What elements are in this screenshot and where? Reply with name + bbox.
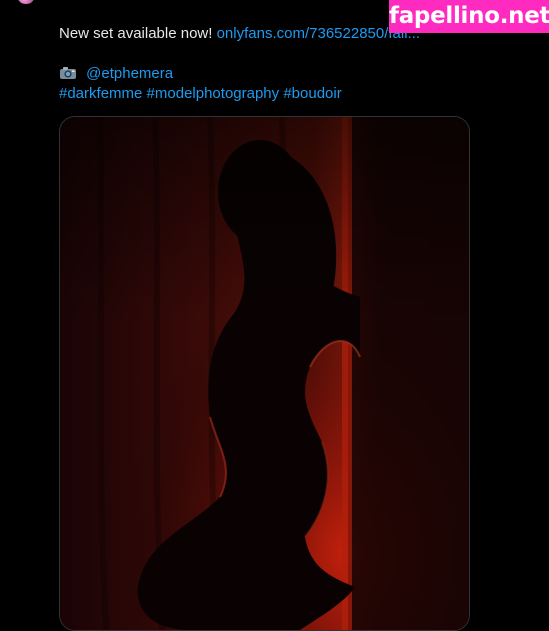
photographer-mention[interactable]: @etphemera (86, 65, 173, 82)
camera-icon (59, 66, 77, 80)
tweet-hashtags: #darkfemme #modelphotography #boudoir (59, 84, 459, 104)
photo-image (60, 117, 469, 630)
tweet-body: New set available now! onlyfans.com/7365… (59, 24, 459, 104)
line-spacer (59, 44, 459, 64)
hashtag-modelphotography[interactable]: #modelphotography (147, 85, 280, 102)
author-avatar[interactable] (18, 0, 34, 4)
hashtag-darkfemme[interactable]: #darkfemme (59, 85, 142, 102)
hashtag-boudoir[interactable]: #boudoir (283, 85, 341, 102)
tweet-media-photo[interactable] (59, 116, 470, 631)
tweet-credit-line: @etphemera (59, 64, 459, 84)
site-watermark: fapellino.net (389, 0, 549, 33)
tweet-message: New set available now! (59, 25, 213, 42)
tweet-page: New set available now! onlyfans.com/7365… (0, 0, 549, 631)
